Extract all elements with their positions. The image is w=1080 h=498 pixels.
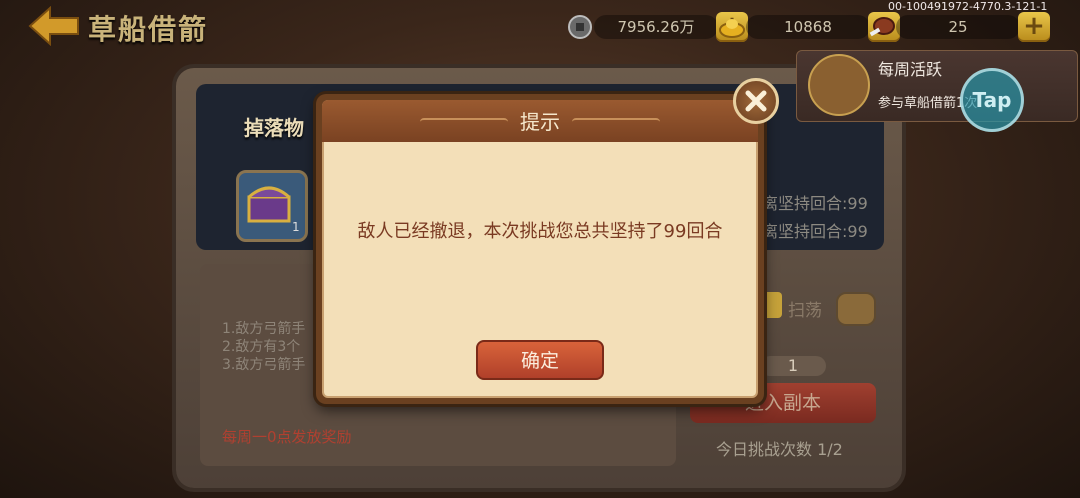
chest-count: 1 xyxy=(292,220,300,234)
confirm-button[interactable]: 确定 xyxy=(476,340,604,380)
page-title: 草船借箭 xyxy=(88,13,209,46)
dialog-title: 提示 xyxy=(520,110,560,134)
rule-line: 2.敌方有3个 xyxy=(222,339,301,355)
weekly-reward-note: 每周一0点发放奖励 xyxy=(222,428,352,446)
stamina-meat-icon xyxy=(869,17,895,37)
dialog-message: 敌人已经撤退，本次挑战您总共坚持了99回合 xyxy=(357,221,723,242)
back-arrow-icon[interactable] xyxy=(26,6,82,46)
gold-ingot-icon xyxy=(719,19,745,38)
sweep-label: 扫荡 xyxy=(788,301,822,321)
sweep-toggle[interactable] xyxy=(836,292,876,326)
chest-icon xyxy=(247,186,291,223)
rule-line: 1.敌方弓箭手 xyxy=(222,321,306,337)
close-button[interactable] xyxy=(733,78,779,124)
record-line: 离坚持回合:99 xyxy=(762,222,868,241)
rule-line: 3.敌方弓箭手 xyxy=(222,357,306,373)
notification-title: 每周活跃 xyxy=(878,60,943,79)
tap-button[interactable]: Tap xyxy=(960,68,1024,132)
stamina-value: 25 xyxy=(896,15,1020,39)
coin-icon xyxy=(568,15,592,39)
close-icon xyxy=(745,90,767,112)
drop-banner: 掉落物 xyxy=(244,116,304,140)
challenge-count: 今日挑战次数 1/2 xyxy=(716,440,843,459)
coin-value: 7956.26万 xyxy=(594,15,718,39)
count-field[interactable]: 1 xyxy=(760,356,826,376)
record-line: 离坚持回合:99 xyxy=(762,194,868,213)
gold-value: 10868 xyxy=(746,15,870,39)
version-text: 00-100491972-4770.3-121-1 xyxy=(888,0,1048,13)
add-stamina-button[interactable]: + xyxy=(1018,12,1050,42)
scroll-icon xyxy=(808,54,870,116)
